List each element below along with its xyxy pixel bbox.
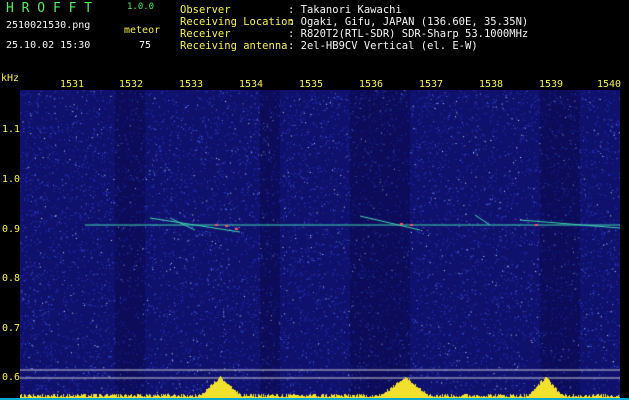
x-tick-label: 1536 <box>359 79 384 90</box>
y-tick-label: 1.1 <box>2 124 21 135</box>
info-label-observer: Observer <box>180 4 231 16</box>
detector-label: meteor <box>124 25 161 36</box>
app-logo: H R O F F T <box>6 1 93 16</box>
y-tick-label: 0.9 <box>2 224 21 235</box>
y-tick-label: 0.7 <box>2 323 21 334</box>
x-tick-label: 1540 <box>597 79 622 90</box>
app-version: 1.0.0 <box>127 2 155 12</box>
x-tick-label: 1538 <box>479 79 504 90</box>
info-label-antenna: Receiving antenna <box>180 40 288 52</box>
filename-label: 2510021530.png <box>6 20 91 31</box>
datetime-label: 25.10.02 15:30 <box>6 40 91 51</box>
y-tick-label: 0.6 <box>2 372 21 383</box>
x-tick-label: 1537 <box>419 79 444 90</box>
x-tick-label: 1534 <box>239 79 264 90</box>
x-tick-label: 1532 <box>119 79 144 90</box>
info-value-observer: : Takanori Kawachi <box>288 4 402 16</box>
y-tick-label: 1.0 <box>2 174 21 185</box>
y-tick-label: 0.8 <box>2 273 21 284</box>
info-value-receiver: : R820T2(RTL-SDR) SDR-Sharp 53.1000MHz <box>288 28 529 40</box>
y-axis-unit: kHz <box>1 73 20 84</box>
spectrogram-plot <box>20 90 620 398</box>
info-label-location: Receiving Location <box>180 16 294 28</box>
info-value-location: : Ogaki, Gifu, JAPAN (136.60E, 35.35N) <box>288 16 529 28</box>
x-tick-label: 1535 <box>299 79 324 90</box>
meteor-count: 75 <box>139 40 152 51</box>
info-label-receiver: Receiver <box>180 28 231 40</box>
x-tick-label: 1531 <box>60 79 85 90</box>
hrofft-window: H R O F F T 1.0.0 2510021530.png meteor … <box>0 0 629 400</box>
info-value-antenna: : 2el-HB9CV Vertical (el. E-W) <box>288 40 478 52</box>
x-tick-label: 1539 <box>539 79 564 90</box>
spectrogram-canvas <box>20 90 620 398</box>
x-tick-label: 1533 <box>179 79 204 90</box>
